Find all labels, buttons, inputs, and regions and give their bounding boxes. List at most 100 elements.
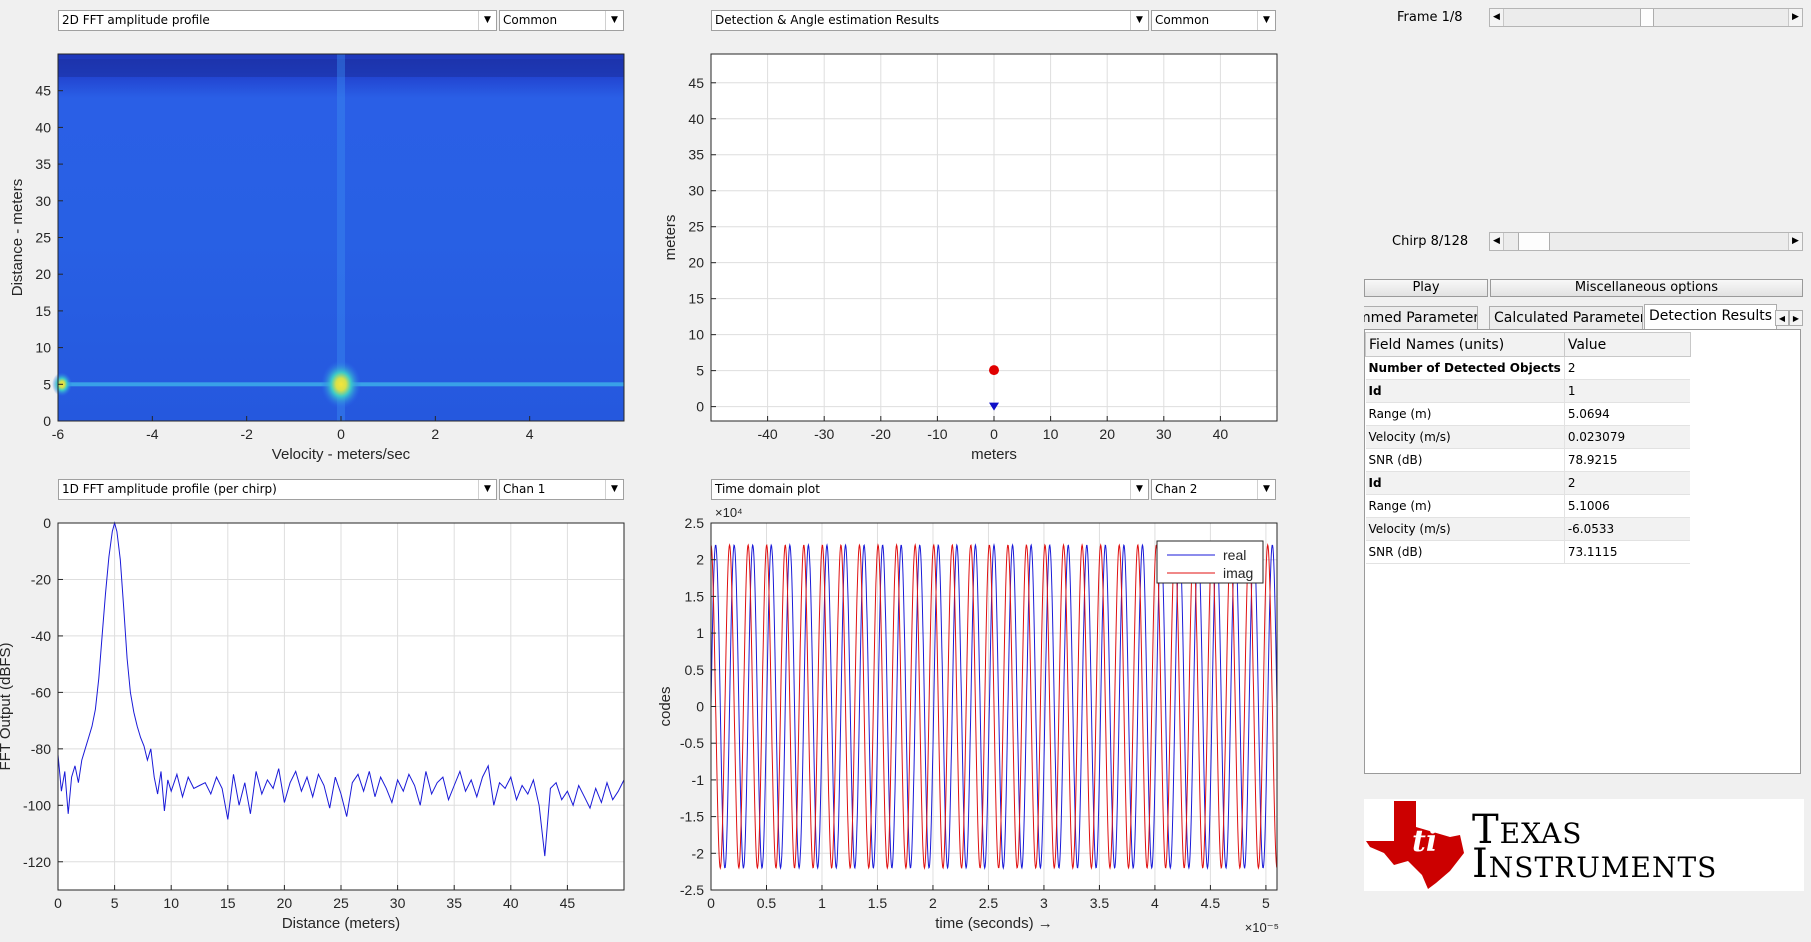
tm-plot-select[interactable]: Detection & Angle estimation Results ▼	[711, 10, 1149, 31]
legend-label-real: real	[1223, 547, 1246, 563]
bl-channel-select[interactable]: Chan 1 ▼	[499, 479, 624, 500]
field-name-cell: Range (m)	[1365, 402, 1565, 426]
chevron-down-icon: ▼	[1257, 11, 1275, 30]
x-tick-label: 3.5	[1090, 895, 1110, 911]
y-tick-label: 35	[688, 147, 704, 163]
x-tick-label: 20	[277, 895, 293, 911]
tl-mode-select[interactable]: Common ▼	[499, 10, 624, 31]
x-tick-label: 45	[560, 895, 576, 911]
y-tick-label: -80	[31, 741, 51, 757]
tm-mode-select[interactable]: Common ▼	[1151, 10, 1276, 31]
x-tick-label: 2.5	[979, 895, 999, 911]
tab-detection-results[interactable]: Detection Results	[1644, 304, 1777, 329]
tm-mode-select-label: Common	[1155, 13, 1210, 27]
x-tick-label: 10	[1043, 426, 1059, 442]
y-tick-label: 30	[35, 193, 51, 209]
x-tick-label: 4.5	[1201, 895, 1221, 911]
bl-channel-select-label: Chan 1	[503, 482, 546, 496]
x-tick-label: 4	[1151, 895, 1159, 911]
x-tick-label: 25	[333, 895, 349, 911]
tab-scroll-right-icon[interactable]: ▶	[1789, 310, 1803, 326]
tl-plot-select[interactable]: 2D FFT amplitude profile ▼	[58, 10, 497, 31]
y-tick-label: 25	[35, 230, 51, 246]
bm-plot-select-label: Time domain plot	[715, 482, 820, 496]
x-tick-label: 0	[337, 426, 345, 442]
y-tick-label: 45	[35, 83, 51, 99]
y-tick-label: 5	[696, 363, 704, 379]
chirp-slider-thumb[interactable]	[1518, 233, 1551, 250]
y-tick-label: 10	[35, 340, 51, 356]
table-row: Range (m) 5.1006	[1365, 494, 1691, 518]
x-tick-label: 40	[1213, 426, 1229, 442]
y-tick-label: 15	[35, 303, 51, 319]
x-tick-label: 0.5	[757, 895, 777, 911]
x-tick-label: 0	[990, 426, 998, 442]
x-tick-label: 4	[526, 426, 534, 442]
y-tick-label: 1.5	[685, 588, 705, 604]
x-axis-label: meters	[971, 446, 1017, 463]
x-tick-label: 40	[503, 895, 519, 911]
table-row: Velocity (m/s) -6.0533	[1365, 517, 1691, 541]
field-name-cell: SNR (dB)	[1365, 448, 1565, 472]
y-axis-label: meters	[662, 215, 679, 261]
y-tick-label: 10	[688, 327, 704, 343]
field-name-cell: Number of Detected Objects	[1365, 356, 1565, 380]
bl-plot-select[interactable]: 1D FFT amplitude profile (per chirp) ▼	[58, 479, 497, 500]
bm-plot-select[interactable]: Time domain plot ▼	[711, 479, 1149, 500]
table-row: Range (m) 5.0694	[1365, 402, 1691, 426]
y-axis-label: FFT Output (dBFS)	[0, 642, 14, 770]
tab-scroll-left-icon[interactable]: ◀	[1775, 310, 1789, 326]
x-tick-label: -30	[814, 426, 834, 442]
slider-right-arrow-icon[interactable]: ▶	[1788, 233, 1802, 250]
field-name-cell: Range (m)	[1365, 494, 1565, 518]
x-tick-label: 5	[111, 895, 119, 911]
y-tick-label: 2	[696, 552, 704, 568]
x-tick-label: -6	[52, 426, 65, 442]
play-button[interactable]: Play	[1364, 279, 1488, 297]
y-tick-label: 0	[696, 399, 704, 415]
y-tick-label: 25	[688, 219, 704, 235]
value-cell: -6.0533	[1563, 517, 1691, 541]
x-tick-label: -2	[240, 426, 253, 442]
y-multiplier-label: ×10⁴	[715, 505, 743, 520]
frame-slider-thumb[interactable]	[1640, 9, 1654, 26]
tab-calculated-parameters[interactable]: Calculated Parameters	[1489, 306, 1643, 329]
tab-programmed-parameters[interactable]: mmed Parameters	[1364, 306, 1478, 329]
y-tick-label: 0	[696, 699, 704, 715]
legend-label-imag: imag	[1223, 565, 1253, 581]
chirp-slider[interactable]: ◀ ▶	[1489, 232, 1803, 251]
misc-options-button[interactable]: Miscellaneous options	[1490, 279, 1803, 297]
x-axis-label: Velocity - meters/sec	[272, 446, 411, 463]
y-tick-label: -100	[23, 797, 51, 813]
frame-slider[interactable]: ◀ ▶	[1489, 8, 1803, 27]
x-tick-label: 0	[707, 895, 715, 911]
table-row: Velocity (m/s) 0.023079	[1365, 425, 1691, 449]
field-name-cell: Velocity (m/s)	[1365, 517, 1565, 541]
x-tick-label: 15	[220, 895, 236, 911]
col-header-value[interactable]: Value	[1563, 332, 1691, 357]
bm-channel-select[interactable]: Chan 2 ▼	[1151, 479, 1276, 500]
tm-plot-select-label: Detection & Angle estimation Results	[715, 13, 940, 27]
x-tick-label: 2	[929, 895, 937, 911]
slider-left-arrow-icon[interactable]: ◀	[1490, 233, 1504, 250]
x-tick-label: 1	[818, 895, 826, 911]
value-cell: 78.9215	[1563, 448, 1691, 472]
col-header-field[interactable]: Field Names (units)	[1365, 332, 1565, 357]
y-tick-label: 20	[35, 266, 51, 282]
table-row: Number of Detected Objects 2	[1365, 356, 1691, 380]
y-tick-label: -0.5	[680, 735, 704, 751]
ti-texas-map-icon: ti	[1366, 801, 1464, 889]
x-tick-label: 30	[390, 895, 406, 911]
y-tick-label: -20	[31, 571, 51, 587]
y-axis-label: Distance - meters	[9, 179, 26, 297]
value-cell: 5.0694	[1563, 402, 1691, 426]
slider-left-arrow-icon[interactable]: ◀	[1490, 9, 1504, 26]
table-row: SNR (dB) 78.9215	[1365, 448, 1691, 472]
slider-right-arrow-icon[interactable]: ▶	[1788, 9, 1802, 26]
y-tick-label: -60	[31, 684, 51, 700]
value-cell: 2	[1563, 356, 1691, 380]
chevron-down-icon: ▼	[478, 480, 496, 499]
chevron-down-icon: ▼	[1130, 11, 1148, 30]
y-tick-label: 40	[688, 111, 704, 127]
y-tick-label: 2.5	[685, 515, 705, 531]
